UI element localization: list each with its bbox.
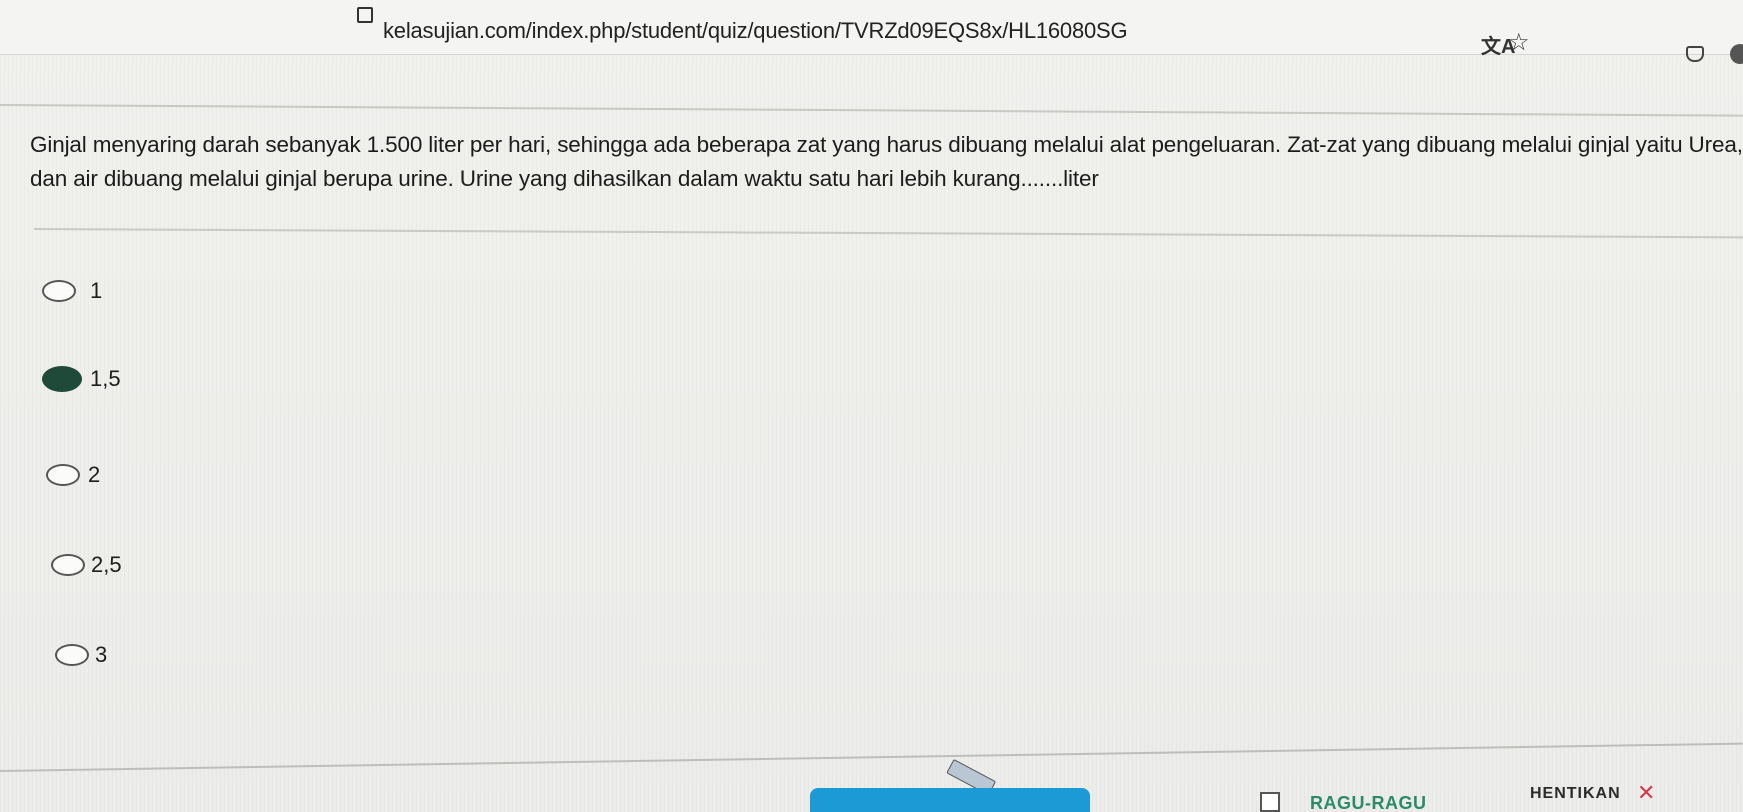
option-3[interactable]: 3 [55, 642, 107, 668]
ragu-ragu-checkbox[interactable] [1260, 792, 1280, 812]
option-2-5[interactable]: 2,5 [51, 552, 122, 578]
page-icon [357, 7, 373, 23]
star-icon[interactable]: ☆ [1508, 28, 1530, 57]
divider [33, 228, 1743, 239]
radio-button[interactable] [51, 554, 85, 576]
option-label: 1,5 [90, 366, 121, 391]
address-bar-url[interactable]: kelasujian.com/index.php/student/quiz/qu… [383, 18, 1128, 44]
option-label: 2 [88, 462, 101, 487]
close-icon[interactable]: ✕ [1637, 780, 1655, 806]
divider [0, 104, 1743, 117]
divider [0, 742, 1743, 772]
account-icon[interactable] [1730, 44, 1743, 64]
question-text: Ginjal menyaring darah sebanyak 1.500 li… [30, 128, 1743, 196]
radio-button[interactable] [55, 644, 89, 666]
question-line-2: dan air dibuang melalui ginjal berupa ur… [30, 166, 1099, 191]
browser-toolbar: kelasujian.com/index.php/student/quiz/qu… [0, 0, 1743, 64]
pocket-icon[interactable] [1686, 46, 1704, 62]
radio-button-selected[interactable] [42, 366, 82, 392]
option-1-5[interactable]: 1,5 [42, 366, 121, 392]
option-label: 3 [95, 642, 108, 667]
question-line-1: Ginjal menyaring darah sebanyak 1.500 li… [30, 132, 1743, 157]
ragu-ragu-label[interactable]: RAGU-RAGU [1310, 793, 1427, 812]
option-2[interactable]: 2 [46, 462, 100, 488]
quiz-screen: kelasujian.com/index.php/student/quiz/qu… [0, 0, 1743, 812]
option-label: 1 [90, 278, 103, 303]
stop-button[interactable]: HENTIKAN [1530, 785, 1621, 803]
radio-button[interactable] [42, 280, 76, 302]
previous-button[interactable] [810, 788, 1090, 812]
radio-button[interactable] [46, 464, 80, 486]
option-1[interactable]: 1 [42, 278, 102, 304]
option-label: 2,5 [91, 552, 122, 577]
